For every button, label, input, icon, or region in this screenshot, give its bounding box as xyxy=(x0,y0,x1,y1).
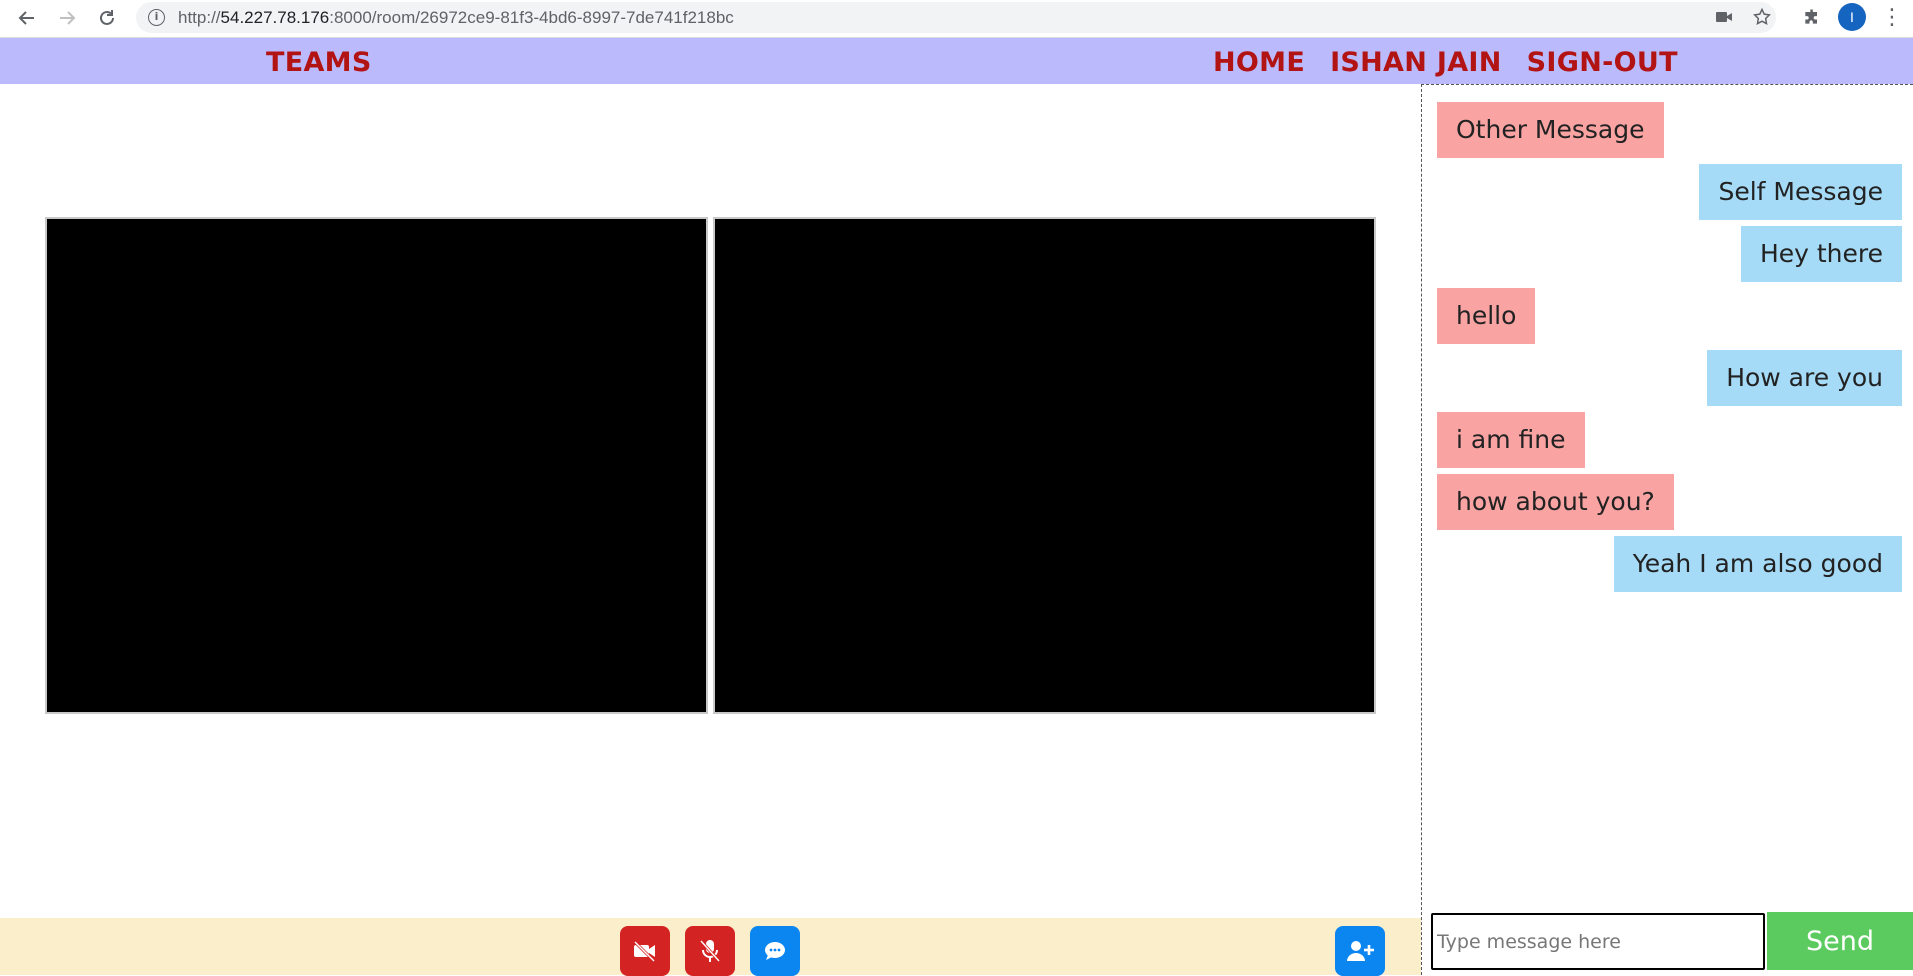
microphone-slash-icon xyxy=(699,939,721,963)
star-icon[interactable] xyxy=(1750,5,1774,29)
chat-message-self: How are you xyxy=(1707,350,1902,406)
menu-icon[interactable]: ⋮ xyxy=(1880,4,1904,32)
app-header: TEAMS HOME ISHAN JAIN SIGN-OUT xyxy=(0,38,1913,84)
video-tile-remote xyxy=(713,217,1376,714)
url-protocol: http:// xyxy=(178,8,221,27)
video-slash-icon xyxy=(633,940,656,962)
brand-logo[interactable]: TEAMS xyxy=(266,47,372,78)
puzzle-icon[interactable] xyxy=(1800,5,1824,29)
chat-bubble-icon xyxy=(765,942,785,960)
video-tile-local xyxy=(45,217,708,714)
add-user-button[interactable] xyxy=(1335,926,1385,976)
browser-toolbar: i http://54.227.78.176:8000/room/26972ce… xyxy=(0,0,1913,38)
address-bar[interactable]: i http://54.227.78.176:8000/room/26972ce… xyxy=(136,2,1776,33)
chat-panel: Other Message Self Message Hey there hel… xyxy=(1421,84,1913,975)
chat-message-self: Self Message xyxy=(1699,164,1902,220)
camera-icon[interactable] xyxy=(1712,5,1736,29)
profile-avatar[interactable]: I xyxy=(1838,3,1866,31)
chat-message-input[interactable] xyxy=(1431,913,1765,970)
user-plus-icon xyxy=(1347,941,1374,961)
mic-toggle-button[interactable] xyxy=(685,926,735,976)
back-icon[interactable] xyxy=(12,3,42,33)
header-nav: HOME ISHAN JAIN SIGN-OUT xyxy=(1213,47,1678,78)
chat-message-self: Hey there xyxy=(1740,226,1902,282)
nav-home-link[interactable]: HOME xyxy=(1213,47,1305,78)
chat-message-self: Yeah I am also good xyxy=(1613,536,1902,592)
video-toggle-button[interactable] xyxy=(620,926,670,976)
url-text[interactable]: http://54.227.78.176:8000/room/26972ce9-… xyxy=(178,8,734,28)
info-icon[interactable]: i xyxy=(148,9,165,26)
nav-signout-link[interactable]: SIGN-OUT xyxy=(1527,47,1678,78)
chat-message-other: how about you? xyxy=(1437,474,1674,530)
nav-user-link[interactable]: ISHAN JAIN xyxy=(1330,47,1502,78)
chat-message-other: i am fine xyxy=(1437,412,1585,468)
call-control-bar xyxy=(0,918,1421,976)
chat-message-other: Other Message xyxy=(1437,102,1664,158)
url-path: :8000/room/26972ce9-81f3-4bd6-8997-7de74… xyxy=(329,8,734,27)
reload-icon[interactable] xyxy=(92,3,122,33)
send-button[interactable]: Send xyxy=(1767,912,1913,970)
forward-icon[interactable] xyxy=(52,3,82,33)
chat-message-other: hello xyxy=(1437,288,1536,344)
chat-toggle-button[interactable] xyxy=(750,926,800,976)
url-host: 54.227.78.176 xyxy=(220,8,330,27)
